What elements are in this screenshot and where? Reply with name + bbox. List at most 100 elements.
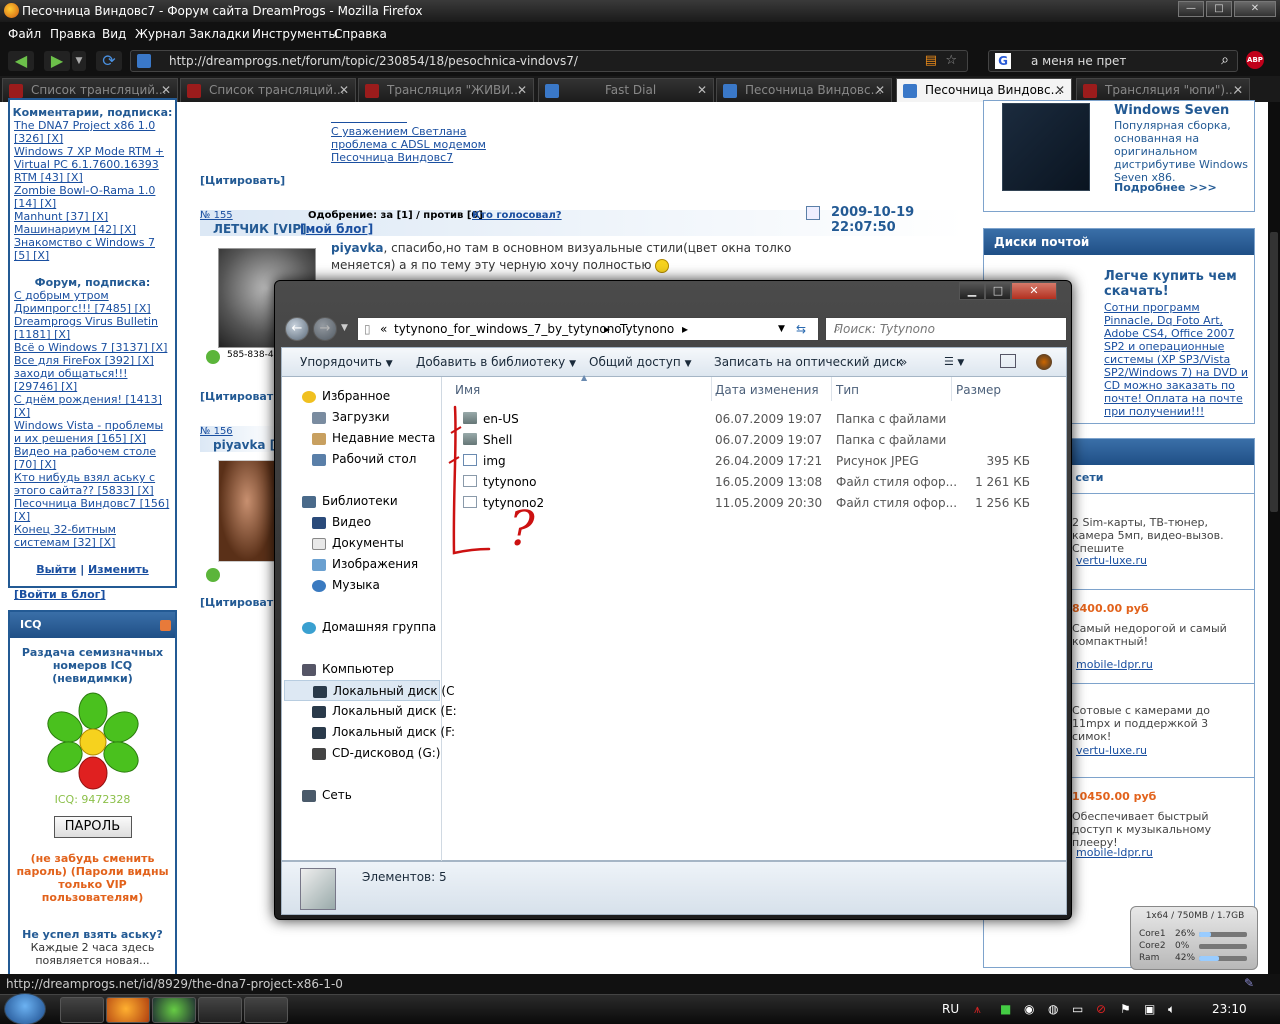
- preview-pane-icon[interactable]: [1000, 354, 1016, 368]
- taskbar-firefox-icon[interactable]: [106, 997, 150, 1023]
- nav-drive-c-selected[interactable]: Локальный диск (C: [284, 680, 454, 701]
- ad-site-link[interactable]: mobile-ldpr.ru: [1076, 658, 1153, 671]
- comment-item[interactable]: Знакомство с Windows 7 [5] [X]: [14, 236, 171, 262]
- url-bar[interactable]: http://dreamprogs.net/forum/topic/230854…: [130, 50, 968, 72]
- breadcrumb-separator-icon[interactable]: ▸: [604, 322, 610, 336]
- minimize-button[interactable]: —: [1178, 1, 1204, 17]
- adblock-icon[interactable]: ABP: [1246, 51, 1264, 69]
- history-dropdown-icon[interactable]: ▼: [72, 51, 86, 71]
- taskbar-explorer-icon[interactable]: [60, 997, 104, 1023]
- forum-item[interactable]: Видео на рабочем столе [70] [X]: [14, 445, 171, 471]
- collapse-icon[interactable]: [160, 620, 171, 631]
- menu-bookmarks[interactable]: Закладки: [189, 27, 250, 41]
- breadcrumb-folder[interactable]: Tytynono: [620, 322, 674, 336]
- blog-login-link[interactable]: [Войти в блог]: [14, 588, 171, 601]
- nav-computer[interactable]: Компьютер: [302, 662, 394, 676]
- column-size[interactable]: Размер: [956, 383, 1001, 397]
- column-divider[interactable]: [831, 377, 832, 401]
- close-button[interactable]: ✕: [1234, 1, 1276, 17]
- password-button[interactable]: ПАРОЛЬ: [53, 816, 132, 838]
- nav-pictures[interactable]: Изображения: [312, 557, 418, 571]
- google-icon[interactable]: G: [995, 53, 1011, 69]
- forum-item[interactable]: Windows Vista - проблемы и их решения [1…: [14, 419, 171, 445]
- edit-link[interactable]: Изменить: [88, 563, 149, 576]
- post-author[interactable]: ЛЕТЧИК [VIP]: [213, 222, 307, 236]
- status-icon[interactable]: ✎: [1244, 976, 1254, 990]
- tray-icon[interactable]: ■: [1000, 1002, 1011, 1016]
- tab-close-icon[interactable]: ✕: [1055, 83, 1065, 97]
- signature-line[interactable]: проблема с ADSL модемом: [331, 138, 486, 151]
- action-center-flag-icon[interactable]: ⚑: [1120, 1002, 1131, 1016]
- share-button[interactable]: Общий доступ ▼: [589, 355, 691, 369]
- forum-item[interactable]: Всё о Windows 7 [3137] [X]: [14, 341, 171, 354]
- tab-2[interactable]: Список трансляций... ✕: [180, 78, 356, 102]
- nav-homegroup[interactable]: Домашняя группа: [302, 620, 436, 634]
- explorer-maximize-button[interactable]: □: [985, 282, 1011, 300]
- forum-item[interactable]: Конец 32-битным системам [32] [X]: [14, 523, 171, 549]
- forum-item[interactable]: заходи общаться!!! [29746] [X]: [14, 367, 171, 393]
- rss-icon[interactable]: ▤: [925, 53, 937, 68]
- tab-close-icon[interactable]: ✕: [875, 83, 885, 97]
- forum-item[interactable]: Кто нибудь взял аську с этого сайта?? [5…: [14, 471, 171, 497]
- explorer-search-input[interactable]: Поиск: Tytynono ⌕: [825, 317, 1067, 341]
- comment-item[interactable]: The DNA7 Project x86 1.0 [326] [X]: [14, 119, 171, 145]
- post-number[interactable]: № 156: [200, 426, 233, 437]
- tab-3[interactable]: Трансляция "ЖИВИ... ✕: [358, 78, 534, 102]
- search-input[interactable]: а меня не прет: [1031, 54, 1126, 68]
- win7-more-link[interactable]: Подробнее >>>: [1114, 181, 1217, 194]
- view-options-icon[interactable]: ☰ ▼: [944, 355, 964, 368]
- clock[interactable]: 23:10: [1212, 1002, 1247, 1016]
- menu-history[interactable]: Журнал: [135, 27, 186, 41]
- start-orb-icon[interactable]: [4, 993, 46, 1024]
- ad-site-link[interactable]: mobile-ldpr.ru: [1076, 846, 1153, 859]
- column-divider[interactable]: [711, 377, 712, 401]
- ad-site-link[interactable]: vertu-luxe.ru: [1076, 554, 1147, 567]
- column-divider[interactable]: [951, 377, 952, 401]
- tray-icon[interactable]: ◉: [1024, 1002, 1034, 1016]
- tab-7[interactable]: Трансляция "юпи")... ✕: [1076, 78, 1250, 102]
- menu-help[interactable]: Справка: [334, 27, 387, 41]
- tray-icon[interactable]: ◍: [1048, 1002, 1058, 1016]
- reload-icon[interactable]: ⟳: [96, 51, 122, 71]
- nav-cd-drive[interactable]: CD-дисковод (G:): [312, 746, 440, 760]
- bookmark-star-icon[interactable]: ☆: [945, 53, 957, 68]
- menu-file[interactable]: Файл: [8, 27, 41, 41]
- disks-desc[interactable]: Сотни программ Pinnacle, Dq Foto Art, Ad…: [1104, 301, 1250, 418]
- nav-network[interactable]: Сеть: [302, 788, 352, 802]
- search-bar[interactable]: G а меня не прет ⌕: [988, 50, 1238, 72]
- tab-close-icon[interactable]: ✕: [517, 83, 527, 97]
- taskbar-icq-icon[interactable]: [152, 997, 196, 1023]
- logout-link[interactable]: Выйти: [36, 563, 76, 576]
- breadcrumb-separator-icon[interactable]: ▸: [682, 322, 688, 336]
- forward-arrow-icon[interactable]: →: [313, 317, 337, 341]
- who-voted-link[interactable]: Кто голосовал?: [472, 210, 562, 221]
- column-name[interactable]: Имя: [455, 383, 480, 397]
- forum-item[interactable]: С днём рождения! [1413] [X]: [14, 393, 171, 419]
- more-button[interactable]: »: [900, 355, 907, 369]
- back-arrow-icon[interactable]: ◀: [8, 51, 34, 71]
- breadcrumb-folder[interactable]: tytynono_for_windows_7_by_tytynono: [394, 322, 622, 336]
- cpu-meter-gadget[interactable]: 1x64 / 750MB / 1.7GB Core1 26% Core2 0% …: [1130, 906, 1258, 970]
- explorer-close-button[interactable]: ✕: [1011, 282, 1057, 300]
- nav-drive-e[interactable]: Локальный диск (E:: [312, 704, 457, 718]
- column-date[interactable]: Дата изменения: [715, 383, 819, 397]
- nav-video[interactable]: Видео: [312, 515, 371, 529]
- organize-button[interactable]: Упорядочить ▼: [300, 355, 393, 369]
- address-bar[interactable]: ▯ « tytynono_for_windows_7_by_tytynono ▸…: [357, 317, 819, 341]
- column-type[interactable]: Тип: [836, 383, 859, 397]
- tray-icon[interactable]: ⊘: [1096, 1002, 1106, 1016]
- comment-item[interactable]: Машинариум [42] [X]: [14, 223, 171, 236]
- tray-icon[interactable]: ⩚: [974, 1002, 981, 1017]
- nav-documents[interactable]: Документы: [312, 536, 404, 550]
- tab-close-icon[interactable]: ✕: [161, 83, 171, 97]
- win7-title[interactable]: Windows Seven: [1114, 103, 1229, 118]
- taskbar-app-icon[interactable]: [198, 997, 242, 1023]
- disks-title[interactable]: Легче купить чем скачать!: [1104, 269, 1244, 299]
- refresh-icon[interactable]: ⇆: [796, 322, 806, 336]
- tab-6-active[interactable]: Песочница Виндовс... ✕: [896, 78, 1072, 102]
- nav-music[interactable]: Музыка: [312, 578, 380, 592]
- burn-button[interactable]: Записать на оптический диск: [714, 355, 903, 369]
- explorer-minimize-button[interactable]: ▁: [959, 282, 985, 300]
- quote-link[interactable]: [Цитировать]: [200, 596, 285, 609]
- comment-item[interactable]: Windows 7 XP Mode RTM + Virtual PC 6.1.7…: [14, 145, 171, 184]
